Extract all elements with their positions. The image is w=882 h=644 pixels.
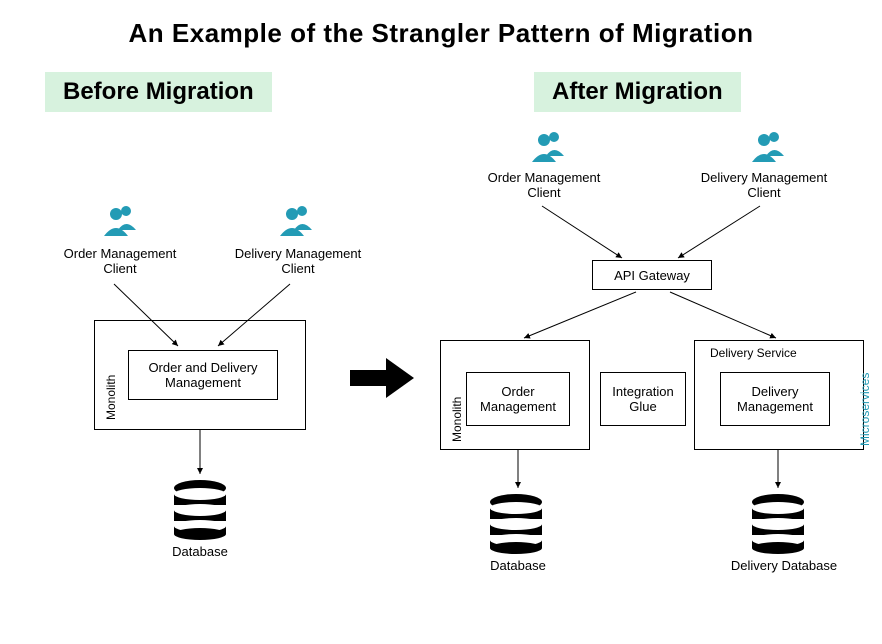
after-order-client-label: Order Management Client: [478, 170, 610, 200]
after-db2-label: Delivery Database: [724, 558, 844, 573]
database-icon: [486, 494, 546, 554]
users-icon: [92, 202, 138, 242]
before-heading: Before Migration: [45, 72, 272, 112]
big-arrow-icon: [350, 358, 414, 398]
after-glue-box: Integration Glue: [600, 372, 686, 426]
users-icon: [740, 128, 786, 168]
users-icon: [520, 128, 566, 168]
after-monolith-label: Monolith: [450, 397, 464, 442]
after-db1-label: Database: [478, 558, 558, 573]
database-icon: [170, 480, 230, 540]
after-microservices-label: Microservices: [858, 373, 872, 446]
after-delivery-module-box: Delivery Management: [720, 372, 830, 426]
before-delivery-client-label: Delivery Management Client: [228, 246, 368, 276]
users-icon: [268, 202, 314, 242]
after-api-gateway-box: API Gateway: [592, 260, 712, 290]
after-heading: After Migration: [534, 72, 741, 112]
before-module-box: Order and Delivery Management: [128, 350, 278, 400]
before-monolith-label: Monolith: [104, 375, 118, 420]
after-delivery-client-label: Delivery Management Client: [694, 170, 834, 200]
before-order-client-label: Order Management Client: [60, 246, 180, 276]
database-icon: [748, 494, 808, 554]
page-title: An Example of the Strangler Pattern of M…: [0, 0, 882, 49]
before-db-label: Database: [160, 544, 240, 559]
after-delivery-service-label: Delivery Service: [710, 346, 797, 360]
after-order-module-box: Order Management: [466, 372, 570, 426]
